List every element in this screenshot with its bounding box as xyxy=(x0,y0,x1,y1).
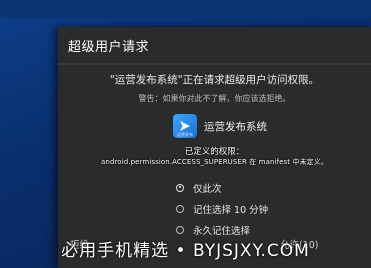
site-watermark: 必用手机精选 • BYJSJXY.COM xyxy=(61,241,310,261)
option-once[interactable]: 仅此次 xyxy=(176,177,268,198)
app-info: 运营发布 运营发布系统 xyxy=(173,113,267,139)
permission-text: android.permission.ACCESS_SUPERUSER 在 ma… xyxy=(101,158,328,166)
permission-label: 已定义的权限： xyxy=(184,147,245,157)
app-logo-icon: 运营发布 xyxy=(173,114,197,138)
warning-text: 警告：如果你对此不了解，你应该选拒绝。 xyxy=(138,94,291,103)
radio-unselected-icon[interactable] xyxy=(176,225,184,234)
app-name: 运营发布系统 xyxy=(204,120,267,133)
dialog-title: 超级用户请求 xyxy=(68,40,150,55)
play-arrow-icon xyxy=(180,121,190,131)
option-remember-10-min[interactable]: 记住选择 10 分钟 xyxy=(176,198,268,219)
status-bar-backdrop xyxy=(0,0,371,18)
radio-unselected-icon[interactable] xyxy=(176,204,184,213)
superuser-request-dialog: 超级用户请求 "运营发布系统"正在请求超级用户访问权限。 警告：如果你对此不了解… xyxy=(58,27,371,268)
title-divider xyxy=(58,63,371,65)
option-label: 记住选择 10 分钟 xyxy=(193,204,269,216)
request-message: "运营发布系统"正在请求超级用户访问权限。 xyxy=(109,74,320,86)
remember-options: 仅此次 记住选择 10 分钟 永久记住选择 xyxy=(176,177,268,240)
app-icon-caption: 运营发布 xyxy=(177,132,193,137)
radio-selected-icon[interactable] xyxy=(176,183,184,192)
option-label: 仅此次 xyxy=(193,183,222,195)
